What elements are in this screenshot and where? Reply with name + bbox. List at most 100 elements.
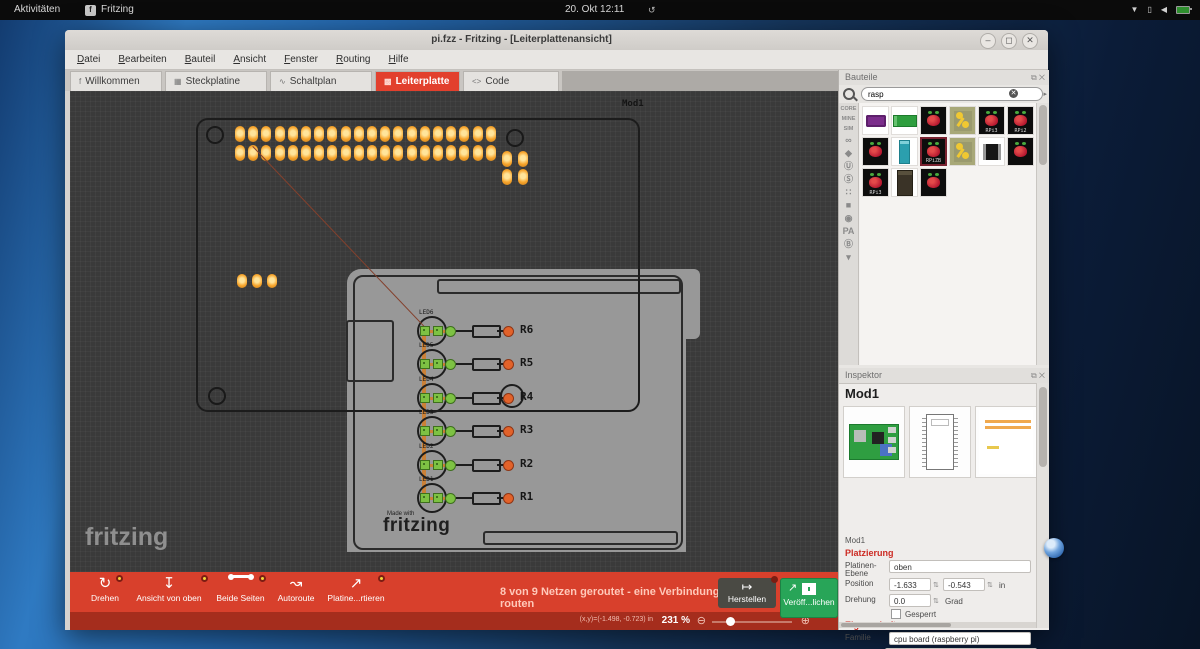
scrollbar-thumb[interactable] bbox=[841, 623, 951, 627]
category-∷[interactable]: ∷ bbox=[846, 188, 852, 197]
scrollbar-thumb[interactable] bbox=[1039, 387, 1047, 467]
gpio-pad[interactable] bbox=[380, 126, 390, 142]
stepper-icon[interactable]: ⇅ bbox=[933, 597, 939, 605]
smd-pad[interactable] bbox=[420, 359, 430, 369]
tab-willkommen[interactable]: fWillkommen bbox=[70, 71, 162, 91]
part-tile[interactable] bbox=[949, 137, 976, 166]
dropdown-dot-icon[interactable] bbox=[378, 575, 385, 582]
category-▾[interactable]: ▾ bbox=[846, 253, 851, 262]
through-hole-pad[interactable] bbox=[503, 493, 514, 504]
pad[interactable] bbox=[237, 274, 247, 288]
panel-float-close-icons[interactable]: ⧉ ✕ bbox=[1031, 368, 1045, 383]
search-clear-icon[interactable]: ✕ bbox=[1009, 89, 1018, 98]
tab-code[interactable]: <>Code bbox=[463, 71, 559, 91]
dropdown-dot-icon[interactable] bbox=[201, 575, 208, 582]
gpio-pad[interactable] bbox=[393, 145, 403, 161]
rotation-input[interactable]: 0.0 bbox=[889, 594, 931, 607]
parts-scrollbar[interactable] bbox=[1036, 103, 1049, 365]
pad[interactable] bbox=[502, 169, 512, 185]
through-hole-pad[interactable] bbox=[445, 326, 456, 337]
toolbar-button-ansicht-von-oben[interactable]: ↧Ansicht von oben bbox=[128, 575, 210, 609]
part-tile[interactable] bbox=[862, 137, 889, 166]
gpio-pad[interactable] bbox=[314, 145, 324, 161]
pcb-canvas[interactable]: Mod1 R6LED6R5LED5R4LED4R3LED3R2LED2R1LED… bbox=[70, 91, 838, 572]
part-tile[interactable] bbox=[1007, 137, 1034, 166]
gpio-pad[interactable] bbox=[314, 126, 324, 142]
smd-pad[interactable] bbox=[433, 460, 443, 470]
focused-app-indicator[interactable]: f Fritzing bbox=[85, 0, 134, 20]
gpio-pad[interactable] bbox=[473, 145, 483, 161]
menu-fenster[interactable]: Fenster bbox=[284, 54, 318, 65]
search-menu-icon[interactable]: ▸ bbox=[1043, 90, 1047, 98]
gpio-pad[interactable] bbox=[446, 145, 456, 161]
category-sim[interactable]: SIM bbox=[844, 126, 854, 132]
gpio-pad[interactable] bbox=[275, 126, 285, 142]
part-tile[interactable] bbox=[862, 106, 889, 135]
minimize-button[interactable]: – bbox=[980, 33, 996, 49]
gpio-pad[interactable] bbox=[446, 126, 456, 142]
board-layer-select[interactable]: oben bbox=[889, 560, 1031, 573]
through-hole-pad[interactable] bbox=[445, 460, 456, 471]
inspector-vscrollbar[interactable] bbox=[1036, 383, 1049, 628]
gpio-pad[interactable] bbox=[473, 126, 483, 142]
smd-pad[interactable] bbox=[420, 493, 430, 503]
category-pa[interactable]: PA bbox=[843, 227, 855, 236]
gpio-pad[interactable] bbox=[354, 126, 364, 142]
gpio-pad[interactable] bbox=[261, 126, 271, 142]
part-tile[interactable] bbox=[891, 137, 918, 166]
menu-ansicht[interactable]: Ansicht bbox=[233, 54, 266, 65]
smd-pad[interactable] bbox=[433, 393, 443, 403]
category-ⓢ[interactable]: Ⓢ bbox=[844, 175, 853, 184]
gpio-pad[interactable] bbox=[327, 126, 337, 142]
gpio-pad[interactable] bbox=[433, 145, 443, 161]
close-button[interactable]: ✕ bbox=[1022, 33, 1038, 49]
gpio-pad[interactable] bbox=[420, 126, 430, 142]
category-◉[interactable]: ◉ bbox=[845, 214, 853, 223]
pad[interactable] bbox=[518, 169, 528, 185]
gpio-pad[interactable] bbox=[301, 126, 311, 142]
category-■[interactable]: ■ bbox=[846, 201, 851, 210]
toolbar-button-drehen[interactable]: ↻Drehen bbox=[85, 575, 125, 609]
category-◆[interactable]: ◆ bbox=[845, 149, 852, 158]
stepper-icon[interactable]: ⇅ bbox=[987, 581, 993, 589]
maximize-button[interactable]: ◻ bbox=[1001, 33, 1017, 49]
through-hole-pad[interactable] bbox=[445, 393, 456, 404]
part-tile-rpi2[interactable]: RPi2 bbox=[1007, 106, 1034, 135]
through-hole-pad[interactable] bbox=[503, 460, 514, 471]
category-∞[interactable]: ∞ bbox=[845, 136, 851, 145]
breadboard-preview[interactable] bbox=[843, 406, 905, 478]
part-tile[interactable] bbox=[978, 137, 1005, 166]
zoom-slider[interactable] bbox=[712, 621, 792, 623]
gpio-pad[interactable] bbox=[486, 145, 496, 161]
smd-pad[interactable] bbox=[420, 460, 430, 470]
system-tray[interactable]: ▼ ▯ ◀ bbox=[1131, 0, 1190, 20]
gpio-pad[interactable] bbox=[459, 126, 469, 142]
part-tile[interactable] bbox=[891, 168, 918, 197]
activities-button[interactable]: Aktivitäten bbox=[14, 0, 60, 20]
through-hole-pad[interactable] bbox=[445, 493, 456, 504]
panel-float-close-icons[interactable]: ⧉ ✕ bbox=[1031, 70, 1045, 85]
smd-pad[interactable] bbox=[420, 393, 430, 403]
gpio-pad[interactable] bbox=[459, 145, 469, 161]
tab-schaltplan[interactable]: ∿Schaltplan bbox=[270, 71, 372, 91]
gpio-pad[interactable] bbox=[301, 145, 311, 161]
gpio-pad[interactable] bbox=[327, 145, 337, 161]
menu-datei[interactable]: Datei bbox=[77, 54, 100, 65]
parts-panel-header[interactable]: Bauteile ⧉ ✕ bbox=[839, 70, 1049, 86]
fabricate-button[interactable]: ↦ Herstellen bbox=[718, 578, 776, 608]
part-tile[interactable] bbox=[891, 106, 918, 135]
gpio-pad[interactable] bbox=[288, 145, 298, 161]
stepper-icon[interactable]: ⇅ bbox=[933, 581, 939, 589]
gpio-pad[interactable] bbox=[433, 126, 443, 142]
through-hole-pad[interactable] bbox=[503, 393, 514, 404]
gpio-pad[interactable] bbox=[407, 145, 417, 161]
toolbar-button-autoroute[interactable]: ↝Autoroute bbox=[270, 575, 322, 609]
desktop-blue-orb-icon[interactable] bbox=[1044, 538, 1064, 558]
pad[interactable] bbox=[518, 151, 528, 167]
menu-routing[interactable]: Routing bbox=[336, 54, 370, 65]
dropdown-dot-icon[interactable] bbox=[771, 576, 778, 583]
clock[interactable]: 20. Okt 12:11 bbox=[565, 0, 624, 20]
part-tile-rpi3[interactable]: RPi3 bbox=[862, 168, 889, 197]
category-ⓤ[interactable]: Ⓤ bbox=[844, 162, 853, 171]
pad[interactable] bbox=[502, 151, 512, 167]
